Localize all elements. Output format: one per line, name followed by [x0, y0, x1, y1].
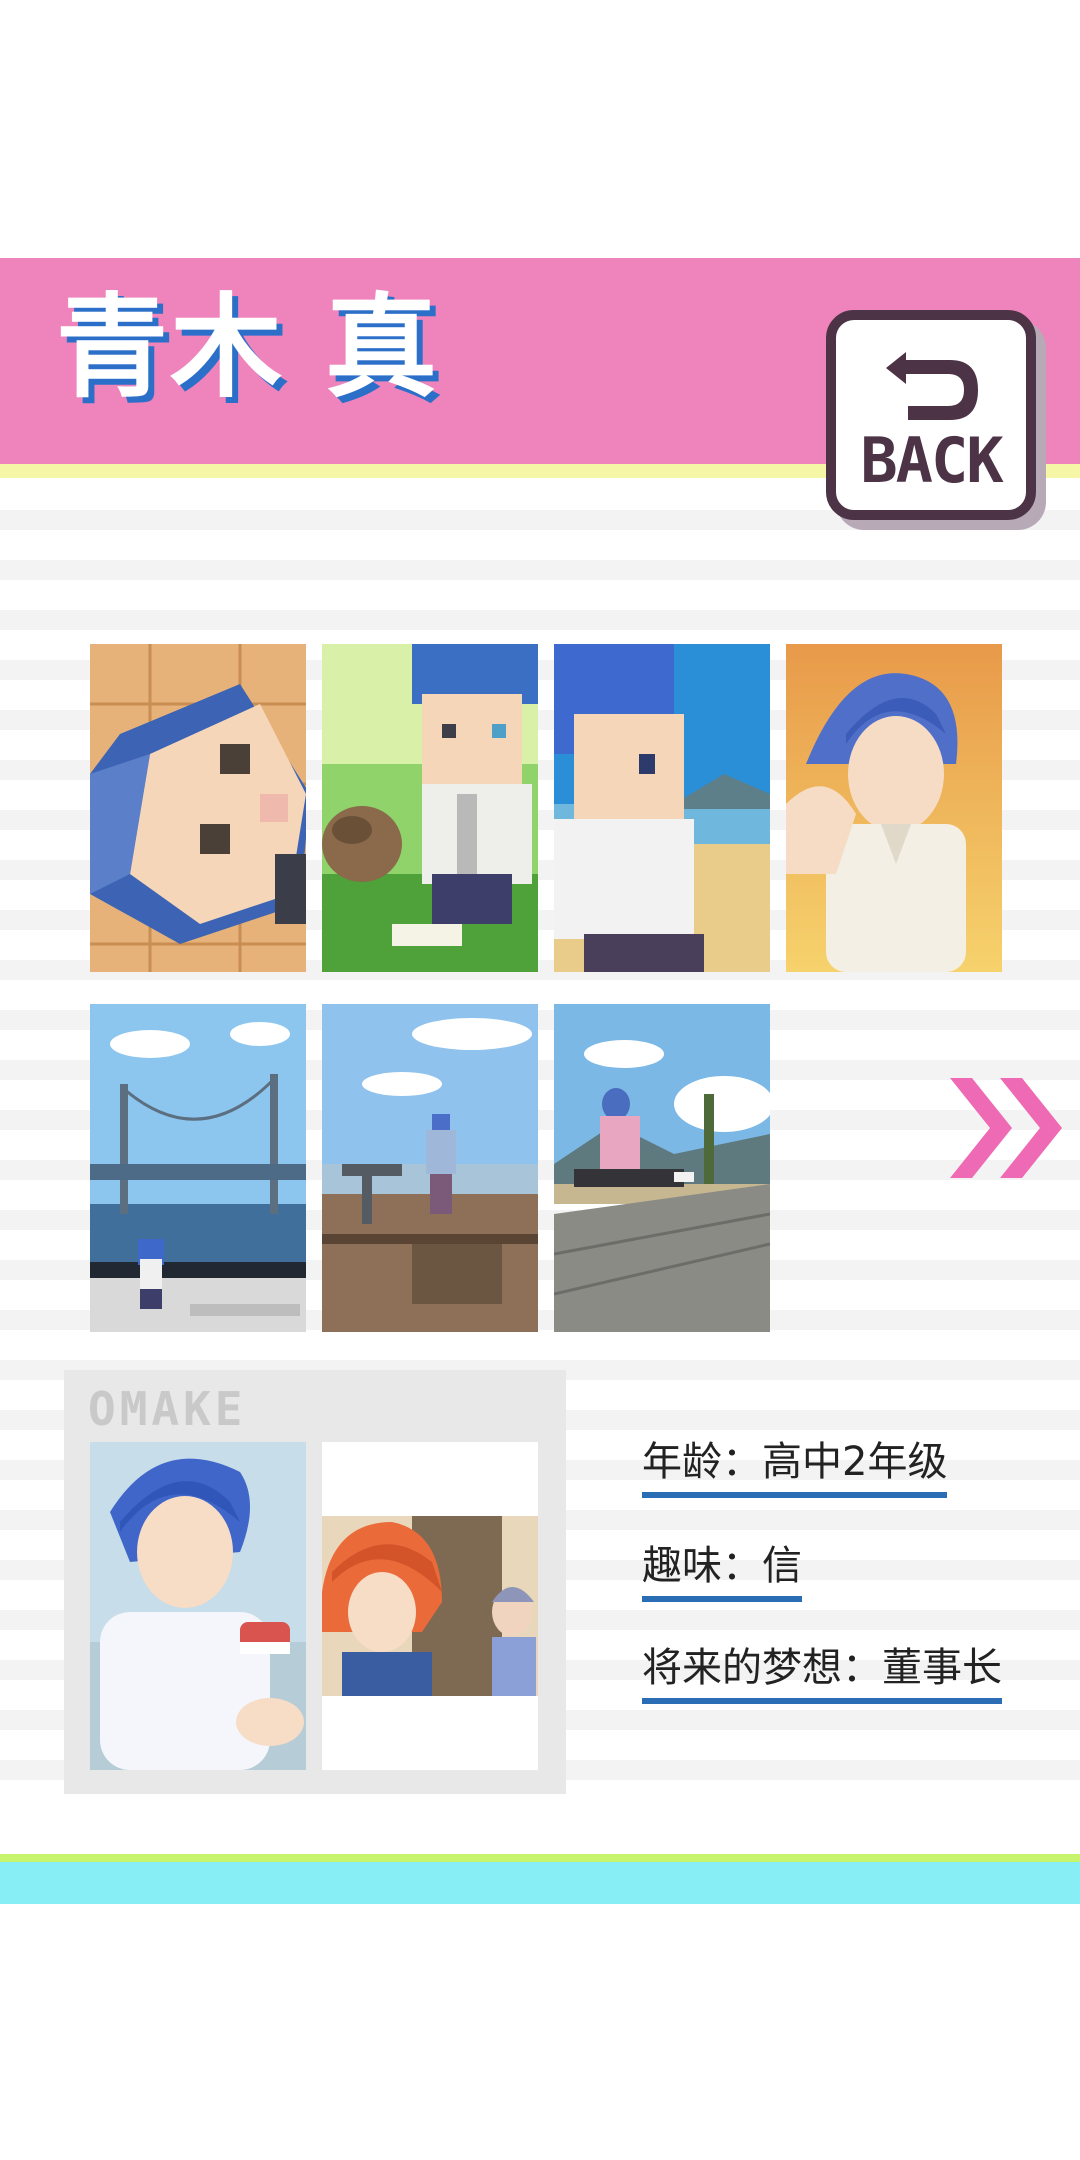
profile-hobby: 趣味：信 — [642, 1546, 802, 1602]
omake-boy-eating-sushi[interactable] — [90, 1442, 306, 1770]
omake-label: OMAKE — [88, 1382, 247, 1436]
back-button[interactable]: BACK — [826, 310, 1036, 520]
double-chevron-right-icon[interactable] — [950, 1078, 1064, 1178]
omake-redhead-boy-with-family[interactable] — [322, 1442, 538, 1770]
gallery-pixel-boy-at-bridge[interactable] — [90, 1004, 306, 1332]
profile-dream: 将来的梦想：董事长 — [642, 1648, 1002, 1704]
character-profile-screen: 青木 真 BACK OMAKE 年龄：高中2年级 趣味：信 将来的梦想：董事长 — [0, 0, 1080, 2160]
gallery-pixel-boy-at-beach[interactable] — [554, 644, 770, 972]
back-label: BACK — [860, 424, 1003, 497]
profile-age: 年龄：高中2年级 — [642, 1442, 948, 1498]
gallery-pixel-boy-with-cat[interactable] — [322, 644, 538, 972]
back-arrow-icon — [886, 352, 978, 420]
gallery-boy-at-lookout[interactable] — [322, 1004, 538, 1332]
character-name: 青木 真 — [56, 283, 439, 413]
gallery-boy-sitting-on-boardwalk[interactable] — [554, 1004, 770, 1332]
bottom-stripe-cyan — [0, 1862, 1080, 1904]
bottom-stripe-green — [0, 1854, 1080, 1862]
gallery-anime-boy-sunset[interactable] — [786, 644, 1002, 972]
gallery-pixel-face-closeup[interactable] — [90, 644, 306, 972]
